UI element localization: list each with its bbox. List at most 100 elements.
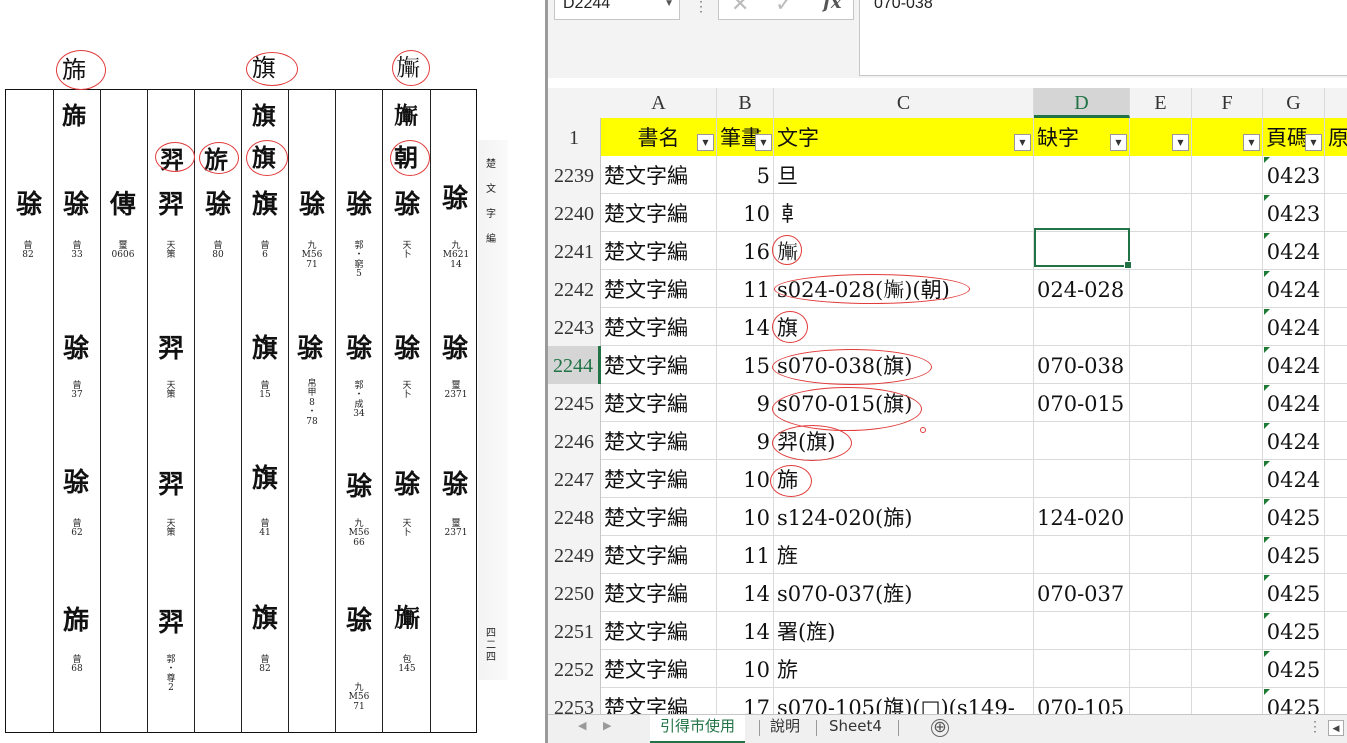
cell-a[interactable]: 楚文字編 — [601, 650, 717, 688]
cell-d[interactable]: 124-020 — [1034, 498, 1130, 536]
cell-g[interactable]: 0424 — [1263, 346, 1325, 384]
insert-function-icon[interactable]: fx — [823, 0, 841, 13]
cell-a[interactable]: 楚文字編 — [601, 422, 717, 460]
column-header-h[interactable] — [1325, 88, 1347, 118]
row-header[interactable]: 2249 — [548, 536, 601, 574]
cell-b[interactable]: 16 — [717, 232, 774, 270]
cell-a[interactable]: 楚文字編 — [601, 536, 717, 574]
cell-e[interactable] — [1130, 574, 1192, 612]
cell[interactable]: ▼ — [1192, 118, 1263, 156]
cell-a[interactable]: 楚文字編 — [601, 232, 717, 270]
cell-b[interactable]: 15 — [717, 346, 774, 384]
cell-h[interactable] — [1325, 650, 1347, 688]
cell-b[interactable]: 10 — [717, 460, 774, 498]
column-header-a[interactable]: A — [601, 88, 717, 118]
row-header[interactable]: 2240 — [548, 194, 601, 232]
cell-c[interactable]: 旆 — [774, 460, 1034, 498]
cell-b[interactable]: 14 — [717, 612, 774, 650]
cell-g[interactable]: 0425 — [1263, 498, 1325, 536]
cell-b[interactable]: 5 — [717, 156, 774, 194]
cell-e[interactable] — [1130, 270, 1192, 308]
cell-h[interactable] — [1325, 194, 1347, 232]
cell-f[interactable] — [1192, 650, 1263, 688]
cell[interactable]: ▼ — [1130, 118, 1192, 156]
cell-d[interactable] — [1034, 536, 1130, 574]
cell[interactable]: 文字 ▼ — [774, 118, 1034, 156]
row-header[interactable]: 2243 — [548, 308, 601, 346]
cell-d[interactable] — [1034, 422, 1130, 460]
cell-g[interactable]: 0425 — [1263, 650, 1325, 688]
cell-a[interactable]: 楚文字編 — [601, 346, 717, 384]
row-header[interactable]: 2246 — [548, 422, 601, 460]
cell-f[interactable] — [1192, 346, 1263, 384]
next-sheet-icon[interactable]: ▶ — [603, 719, 611, 732]
cell-e[interactable] — [1130, 156, 1192, 194]
row-header[interactable]: 2242 — [548, 270, 601, 308]
cell-a[interactable]: 楚文字編 — [601, 156, 717, 194]
cell-e[interactable] — [1130, 612, 1192, 650]
cell-e[interactable] — [1130, 194, 1192, 232]
row-header[interactable]: 1 — [548, 118, 601, 156]
cell-a[interactable]: 楚文字編 — [601, 308, 717, 346]
cell-c[interactable]: 旦 — [774, 156, 1034, 194]
row-header[interactable]: 2250 — [548, 574, 601, 612]
cell-a[interactable]: 楚文字編 — [601, 612, 717, 650]
cell-b[interactable]: 9 — [717, 422, 774, 460]
row-header[interactable]: 2251 — [548, 612, 601, 650]
cell-e[interactable] — [1130, 232, 1192, 270]
chevron-down-icon[interactable]: ▼ — [664, 0, 674, 17]
cell-b[interactable]: 11 — [717, 536, 774, 574]
cell-f[interactable] — [1192, 574, 1263, 612]
cell-g[interactable]: 0425 — [1263, 612, 1325, 650]
enter-icon[interactable]: ✓ — [775, 0, 793, 17]
add-sheet-icon[interactable]: ⊕ — [931, 719, 949, 737]
cell-e[interactable] — [1130, 650, 1192, 688]
tab-sheet[interactable]: Sheet4 — [819, 715, 892, 741]
scroll-left-icon[interactable]: ◀ — [1328, 720, 1344, 736]
filter-dropdown-icon[interactable]: ▼ — [755, 134, 772, 151]
cell[interactable]: 筆畫 ▼ — [717, 118, 774, 156]
name-box[interactable]: D2244 ▼ — [554, 0, 680, 20]
cell[interactable]: 頁碼 ▼ — [1263, 118, 1325, 156]
cell-f[interactable] — [1192, 308, 1263, 346]
cell-d[interactable]: 024-028 — [1034, 270, 1130, 308]
tab-sheet[interactable]: 引得市使用 — [650, 715, 746, 743]
cell-a[interactable]: 楚文字編 — [601, 498, 717, 536]
filter-dropdown-icon[interactable]: ▼ — [1243, 134, 1260, 151]
tab-sheet[interactable]: 說明 — [760, 715, 810, 741]
cell-a[interactable]: 楚文字編 — [601, 460, 717, 498]
cell-h[interactable] — [1325, 422, 1347, 460]
cell-e[interactable] — [1130, 346, 1192, 384]
cell-f[interactable] — [1192, 270, 1263, 308]
cell-g[interactable]: 0425 — [1263, 574, 1325, 612]
cell-h[interactable] — [1325, 346, 1347, 384]
cell-h[interactable] — [1325, 536, 1347, 574]
cell-c[interactable]: s070-037(旌) — [774, 574, 1034, 612]
cell-f[interactable] — [1192, 232, 1263, 270]
cell-a[interactable]: 楚文字編 — [601, 574, 717, 612]
cell-g[interactable]: 0424 — [1263, 460, 1325, 498]
cell-c[interactable]: 旂 — [774, 650, 1034, 688]
filter-dropdown-icon[interactable]: ▼ — [1110, 134, 1127, 151]
cell-f[interactable] — [1192, 536, 1263, 574]
filter-dropdown-icon[interactable]: ▼ — [1305, 134, 1322, 151]
cell-h[interactable] — [1325, 612, 1347, 650]
cell[interactable]: 缺字 ▼ — [1034, 118, 1130, 156]
cell-h[interactable] — [1325, 384, 1347, 422]
cell-g[interactable]: 0424 — [1263, 422, 1325, 460]
row-header[interactable]: 2244 — [548, 346, 601, 384]
cell-h[interactable] — [1325, 574, 1347, 612]
cell-e[interactable] — [1130, 308, 1192, 346]
column-header-e[interactable]: E — [1130, 88, 1192, 118]
prev-sheet-icon[interactable]: ◀ — [578, 719, 586, 732]
cell-g[interactable]: 0424 — [1263, 308, 1325, 346]
cell-b[interactable]: 14 — [717, 574, 774, 612]
cell-a[interactable]: 楚文字編 — [601, 384, 717, 422]
cell-d[interactable]: 070-015 — [1034, 384, 1130, 422]
cell-b[interactable]: 14 — [717, 308, 774, 346]
row-header[interactable]: 2252 — [548, 650, 601, 688]
cell-e[interactable] — [1130, 422, 1192, 460]
cell-d[interactable] — [1034, 156, 1130, 194]
row-header[interactable]: 2245 — [548, 384, 601, 422]
cell-d[interactable] — [1034, 650, 1130, 688]
